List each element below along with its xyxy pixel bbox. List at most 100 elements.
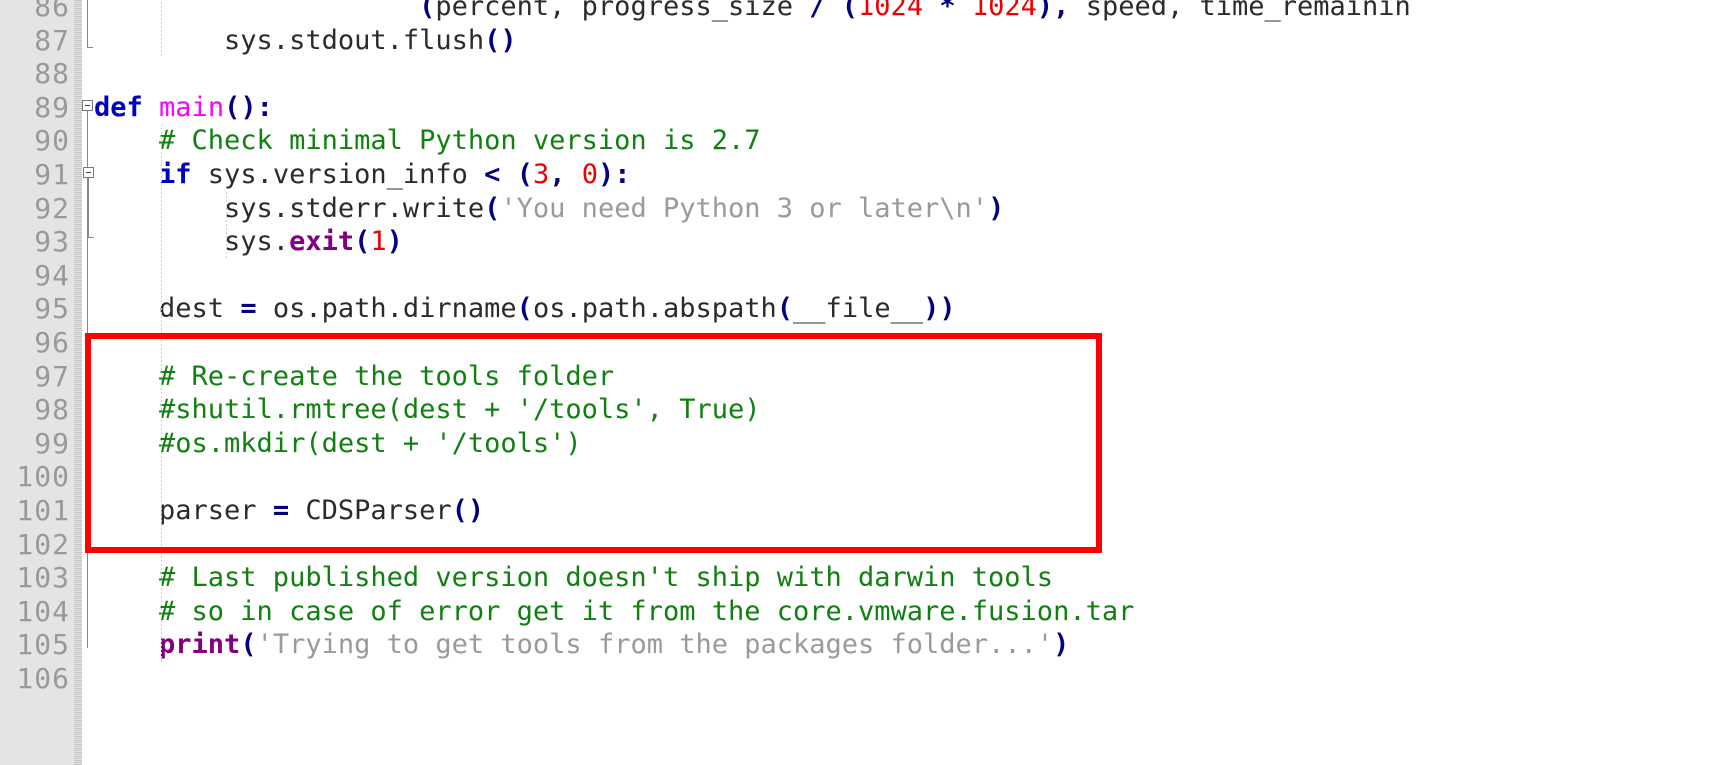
code-line[interactable]: [94, 326, 110, 360]
code-token: os.path.abspath: [532, 293, 777, 325]
code-folding-column[interactable]: [82, 0, 94, 765]
code-token: def: [94, 91, 143, 123]
code-line[interactable]: def main():: [94, 91, 273, 125]
code-token: # Re-create the tools folder: [94, 360, 615, 392]
code-token: 1024: [858, 0, 924, 22]
code-token: # so in case of error get it from the co…: [94, 595, 1135, 627]
code-line[interactable]: parser = CDSParser(): [94, 494, 484, 528]
code-line[interactable]: if sys.version_info < (3, 0):: [94, 158, 631, 192]
code-token: /: [809, 0, 826, 22]
code-line[interactable]: sys.exit(1): [94, 225, 403, 259]
code-line[interactable]: [94, 460, 110, 494]
line-number: 101: [16, 494, 70, 527]
line-number: 96: [34, 326, 70, 359]
line-number: 95: [34, 292, 70, 326]
code-text-area[interactable]: (percent, progress_size / (1024 * 1024),…: [94, 0, 1719, 765]
code-line[interactable]: print('Trying to get tools from the pack…: [94, 628, 1069, 662]
code-token: speed, time_remainin: [1069, 0, 1411, 22]
code-line[interactable]: # so in case of error get it from the co…: [94, 595, 1134, 629]
code-token: sys.stderr.write: [94, 192, 485, 224]
code-token: 'Trying to get tools from the packages f…: [256, 629, 1054, 661]
code-line[interactable]: # Re-create the tools folder: [94, 360, 614, 394]
code-token: (: [776, 293, 794, 325]
indent-guide: [226, 191, 227, 259]
code-token: sys.version_info: [191, 159, 485, 190]
fold-toggle-icon[interactable]: [82, 99, 93, 111]
code-token: CDSParser: [289, 495, 452, 526]
indent-guide: [161, 0, 162, 58]
code-token: (: [841, 0, 859, 22]
code-token: )): [923, 293, 956, 325]
code-token: dest: [94, 293, 241, 325]
code-token: (): [451, 495, 485, 526]
fold-toggle-icon[interactable]: [83, 167, 94, 178]
code-editor[interactable]: 86 87 88 89 90 91 92 93 94 95 96 97 98 99 100 101 102 103…: [0, 0, 1719, 765]
code-token: 3: [532, 159, 550, 190]
line-number: 91: [34, 158, 70, 191]
code-token: 1: [370, 226, 387, 258]
code-token: <: [484, 159, 501, 190]
code-token: 0: [581, 159, 598, 190]
code-token: exit: [289, 226, 355, 258]
code-token: (: [516, 159, 533, 190]
line-number: 93: [34, 225, 70, 259]
line-number: 94: [34, 258, 70, 292]
code-token: 'You need Python 3 or later\n': [500, 192, 989, 224]
code-token: :: [614, 159, 631, 190]
line-number: 87: [34, 23, 70, 57]
code-line[interactable]: [94, 259, 110, 293]
code-token: if: [159, 159, 192, 190]
code-token: ,: [1053, 0, 1070, 22]
line-number: 105: [16, 628, 70, 662]
code-token: ): [1036, 0, 1054, 22]
code-token: # Last published version doesn't ship wi…: [94, 562, 1054, 594]
code-token: (): [224, 91, 257, 123]
line-number: 104: [16, 594, 70, 628]
code-token: main: [159, 91, 225, 123]
line-number: 92: [34, 191, 70, 225]
code-token: =: [272, 495, 290, 526]
code-line[interactable]: [94, 528, 110, 562]
code-line[interactable]: [94, 57, 110, 91]
code-token: (: [484, 192, 501, 224]
line-number: 102: [16, 527, 70, 561]
code-token: (: [516, 293, 533, 325]
code-line[interactable]: sys.stdout.flush(): [94, 24, 517, 58]
code-token: ): [1053, 629, 1070, 661]
line-number: 88: [34, 57, 70, 91]
code-token: ): [386, 226, 403, 258]
code-token: __file__: [793, 293, 924, 325]
code-token: sys.: [94, 226, 290, 258]
code-line[interactable]: sys.stderr.write('You need Python 3 or l…: [94, 192, 1004, 226]
code-token: percent, progress_size: [435, 0, 810, 22]
indent-guide: [161, 124, 162, 662]
line-number: 99: [34, 426, 70, 460]
fold-guide-line: [87, 0, 88, 48]
line-number: 103: [16, 561, 70, 595]
code-token: ,: [549, 159, 582, 190]
line-number: 90: [34, 124, 70, 158]
code-line[interactable]: #os.mkdir(dest + '/tools'): [94, 427, 582, 461]
code-line[interactable]: # Check minimal Python version is 2.7: [94, 124, 760, 158]
line-number: 106: [16, 662, 70, 695]
line-number: 100: [16, 460, 70, 494]
fold-guide-line: [88, 178, 89, 238]
code-line[interactable]: dest = os.path.dirname(os.path.abspath(_…: [94, 292, 956, 326]
code-token: :: [256, 91, 273, 123]
fold-guide-cap: [87, 47, 93, 49]
code-line[interactable]: # Last published version doesn't ship wi…: [94, 561, 1053, 595]
code-line[interactable]: [94, 662, 110, 696]
code-token: ): [988, 192, 1005, 224]
code-token: (: [419, 0, 436, 22]
code-token: 1024: [971, 0, 1037, 22]
code-token: *: [939, 0, 956, 22]
code-line[interactable]: (percent, progress_size / (1024 * 1024),…: [94, 0, 1411, 24]
code-line[interactable]: #shutil.rmtree(dest + '/tools', True): [94, 393, 760, 427]
